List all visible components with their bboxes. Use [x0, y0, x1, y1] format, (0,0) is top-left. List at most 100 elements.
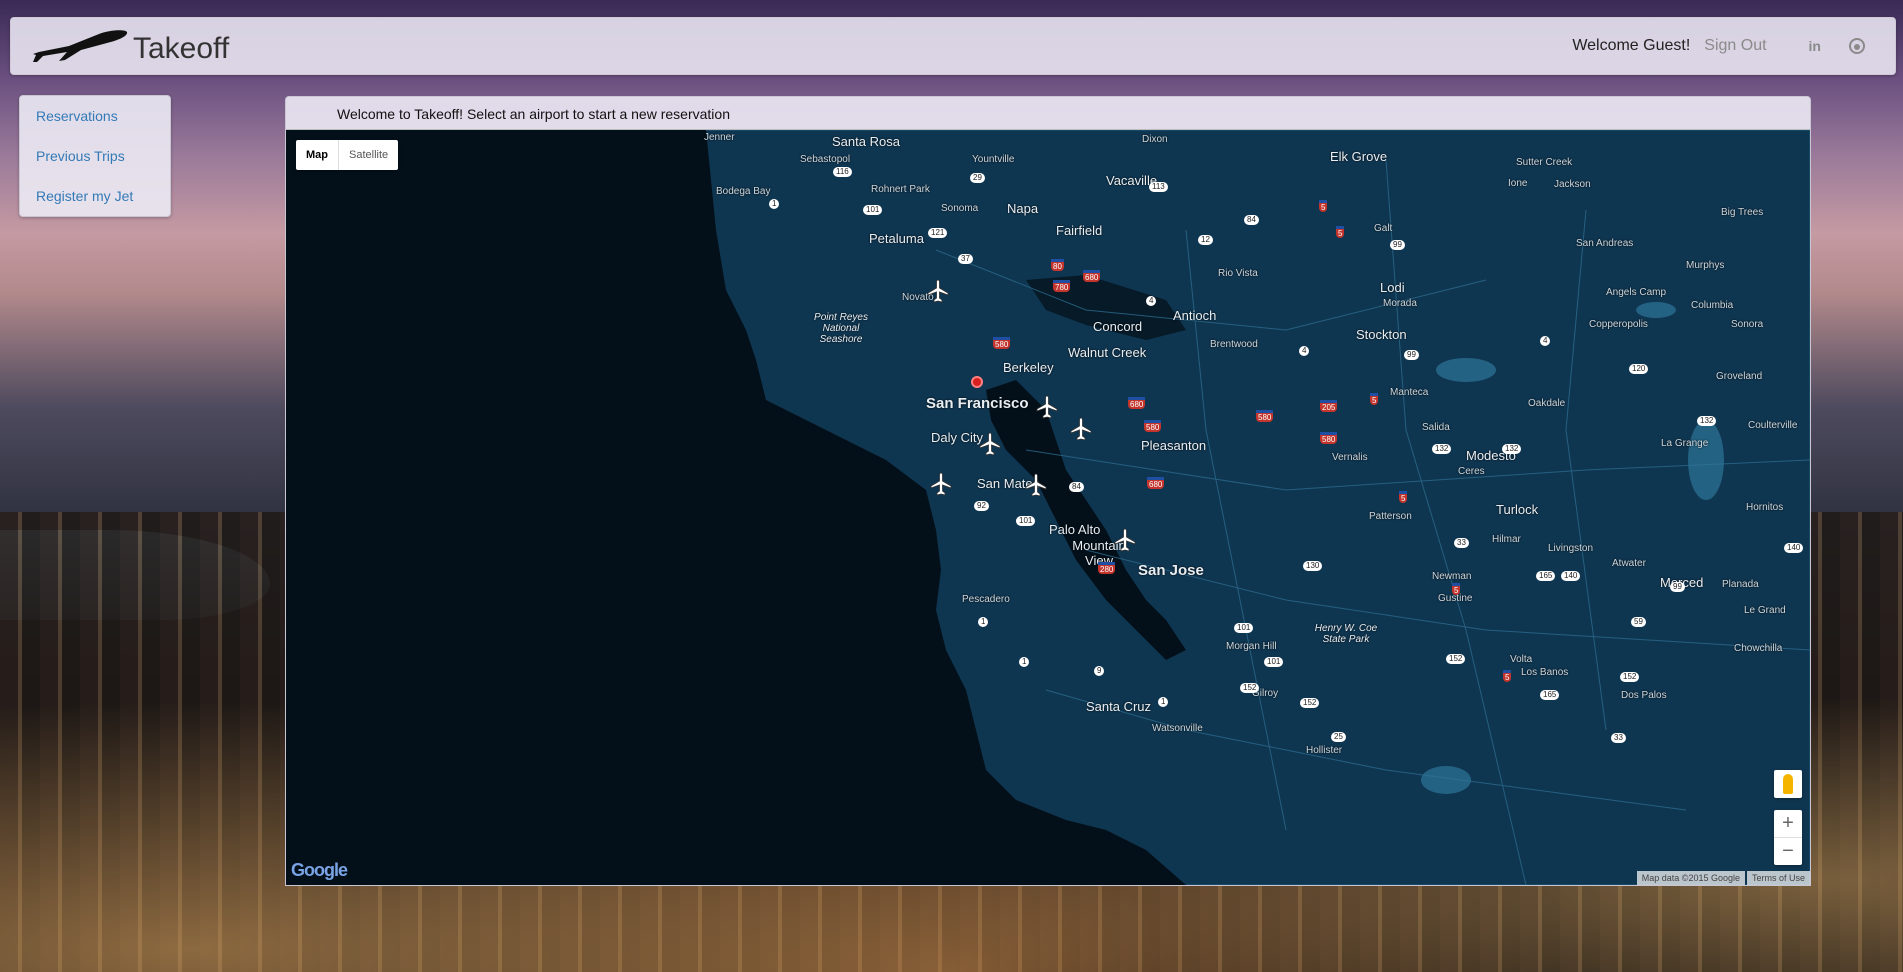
airport-marker-icon[interactable] — [1024, 473, 1048, 497]
map-label: Point Reyes National Seashore — [814, 312, 868, 345]
zoom-in-button[interactable]: + — [1774, 810, 1802, 838]
current-location-marker[interactable] — [971, 376, 983, 388]
airport-marker-icon[interactable] — [929, 472, 953, 496]
highway-shield: 132 — [1432, 444, 1452, 454]
map-label: Sutter Creek — [1516, 157, 1573, 168]
zoom-out-button[interactable]: − — [1774, 838, 1802, 865]
interstate-shield: 280 — [1098, 562, 1116, 574]
airport-marker-icon[interactable] — [978, 432, 1002, 456]
highway-shield: 116 — [833, 167, 852, 177]
highway-shield: 152 — [1620, 672, 1640, 682]
map-label: Daly City — [931, 430, 984, 445]
map-label: Pleasanton — [1141, 438, 1207, 453]
interstate-shield: 5 — [1399, 491, 1408, 503]
map-label: Livingston — [1548, 543, 1594, 554]
highway-shield: 29 — [970, 173, 985, 183]
terms-of-use-link[interactable]: Terms of Use — [1746, 871, 1810, 885]
welcome-text: Welcome Guest! — [1572, 37, 1691, 54]
zoom-control: + − — [1774, 810, 1802, 865]
airport-marker-icon[interactable] — [1113, 528, 1137, 552]
highway-shield: 132 — [1697, 416, 1717, 426]
map-label: San Francisco — [926, 395, 1029, 412]
map-label: Rio Vista — [1218, 268, 1258, 279]
highway-shield: 165 — [1540, 690, 1560, 700]
highway-shield: 140 — [1561, 571, 1581, 581]
map-label: Le Grand — [1744, 605, 1786, 616]
interstate-shield: 580 — [1320, 432, 1338, 444]
airport-marker-icon[interactable] — [1069, 417, 1093, 441]
highway-shield: 101 — [863, 205, 883, 215]
highway-shield: 59 — [1631, 617, 1646, 627]
map-label: Volta — [1510, 654, 1533, 665]
interstate-shield: 5 — [1319, 200, 1328, 212]
highway-shield: 84 — [1244, 215, 1259, 225]
map-label: Hornitos — [1746, 502, 1784, 513]
sidebar-item-previous-trips[interactable]: Previous Trips — [20, 136, 170, 176]
map-label: Newman — [1432, 571, 1472, 582]
highway-shield: 132 — [1502, 444, 1522, 454]
map-label: Elk Grove — [1330, 149, 1388, 164]
panel-heading: Welcome to Takeoff! Select an airport to… — [286, 97, 1810, 130]
map-label: Angels Camp — [1606, 287, 1667, 298]
highway-shield: 130 — [1303, 561, 1323, 571]
map-label: Antioch — [1173, 308, 1217, 323]
map[interactable]: Jenner Santa Rosa Sebastopol Rohnert Par… — [286, 130, 1810, 885]
interstate-shield: 5 — [1370, 393, 1379, 405]
map-label: Morgan Hill — [1226, 641, 1277, 652]
map-label: Coulterville — [1748, 420, 1798, 431]
map-label: Ceres — [1458, 466, 1485, 477]
map-label: Stockton — [1356, 327, 1407, 342]
map-attribution: Map data ©2015 Google Terms of Use — [1635, 871, 1810, 885]
brand-name: Takeoff — [133, 32, 230, 65]
airport-marker-icon[interactable] — [926, 279, 950, 303]
interstate-shield: 80 — [1051, 259, 1064, 271]
interstate-shield: 205 — [1320, 400, 1338, 412]
highway-shield: 152 — [1300, 698, 1320, 708]
map-label: San Andreas — [1576, 238, 1634, 249]
highway-shield: 25 — [1331, 732, 1346, 742]
highway-shield: 121 — [928, 228, 948, 238]
highway-shield: 37 — [958, 254, 973, 264]
interstate-shield: 680 — [1147, 477, 1165, 489]
github-icon[interactable] — [1849, 38, 1865, 54]
highway-shield: 99 — [1404, 350, 1419, 360]
street-view-pegman-icon[interactable] — [1774, 770, 1802, 798]
map-label: Morada — [1383, 298, 1417, 309]
map-label: Los Banos — [1521, 667, 1569, 678]
sidebar-item-register-jet[interactable]: Register my Jet — [20, 176, 170, 216]
map-label: Ione — [1508, 178, 1528, 189]
map-label: Santa Cruz — [1086, 699, 1152, 714]
map-label: Sonoma — [941, 203, 979, 214]
sidebar-item-reservations[interactable]: Reservations — [20, 96, 170, 136]
interstate-shield: 780 — [1053, 280, 1071, 292]
map-label: Turlock — [1496, 502, 1539, 517]
map-panel: Welcome to Takeoff! Select an airport to… — [285, 96, 1811, 886]
brand[interactable]: Takeoff — [29, 26, 229, 66]
highway-shield: 140 — [1784, 543, 1804, 553]
map-label: Oakdale — [1528, 398, 1566, 409]
navbar-right: Welcome Guest! Sign Out in — [1572, 18, 1865, 74]
airport-marker-icon[interactable] — [1035, 395, 1059, 419]
map-label: Watsonville — [1152, 723, 1203, 734]
map-label: Jackson — [1554, 179, 1591, 190]
highway-shield: 120 — [1629, 364, 1649, 374]
map-type-satellite-button[interactable]: Satellite — [339, 140, 398, 170]
map-label: Berkeley — [1003, 360, 1054, 375]
navbar: Takeoff Welcome Guest! Sign Out in — [10, 17, 1896, 75]
interstate-shield: 680 — [1128, 397, 1146, 409]
map-label: Napa — [1007, 201, 1039, 216]
interstate-shield: 5 — [1503, 670, 1512, 682]
interstate-shield: 580 — [1144, 420, 1162, 432]
sidebar: Reservations Previous Trips Register my … — [19, 95, 171, 217]
map-label: Groveland — [1716, 371, 1763, 382]
highway-shield: 101 — [1234, 623, 1254, 633]
map-type-map-button[interactable]: Map — [296, 140, 339, 170]
linkedin-icon[interactable]: in — [1809, 38, 1821, 54]
sign-out-link[interactable]: Sign Out — [1704, 37, 1766, 55]
interstate-shield: 5 — [1336, 226, 1345, 238]
google-logo[interactable]: Google — [291, 860, 348, 881]
map-label: Chowchilla — [1734, 643, 1783, 654]
map-label: Atwater — [1612, 558, 1646, 569]
map-label: Sebastopol — [800, 154, 851, 165]
map-type-control: Map Satellite — [296, 140, 399, 170]
